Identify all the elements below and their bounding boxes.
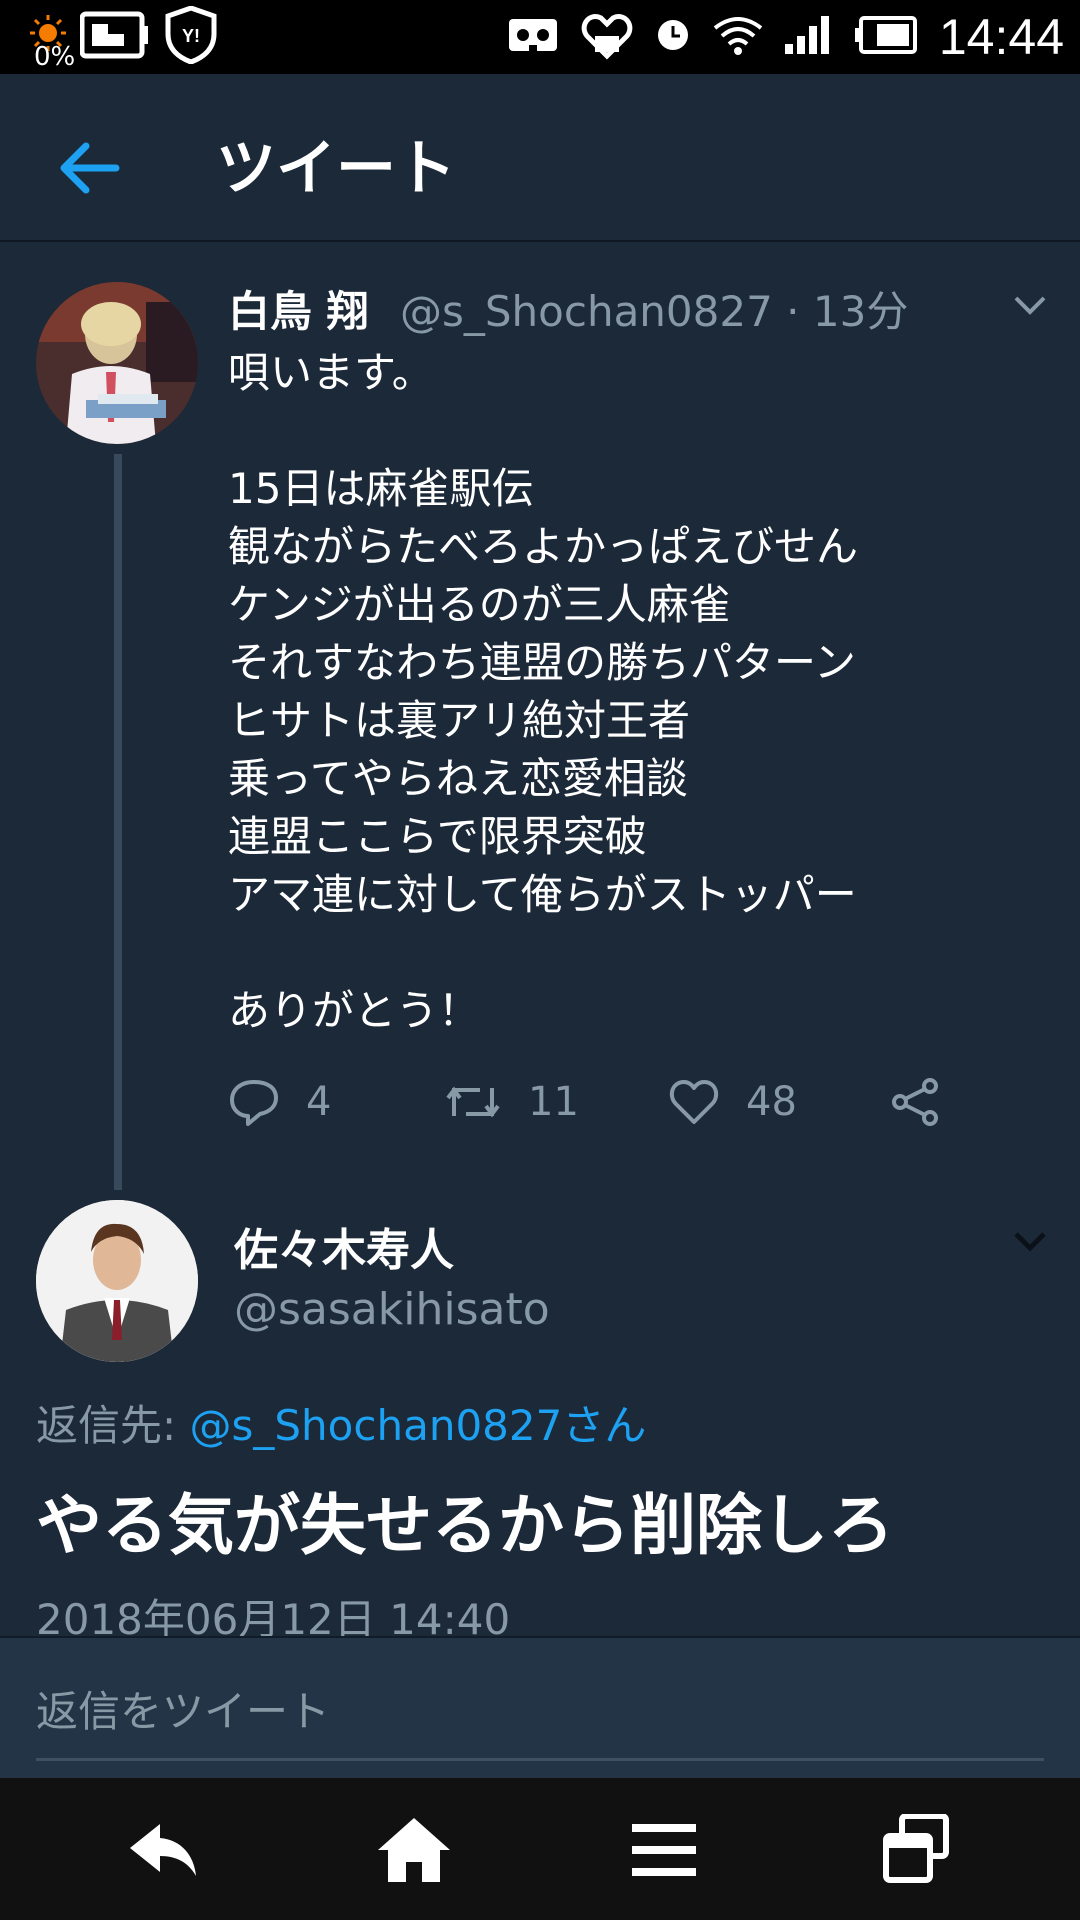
tweet-line: ヒサトは裏アリ絶対王者 bbox=[228, 696, 691, 745]
svg-text:Y!: Y! bbox=[182, 26, 200, 46]
thread-line bbox=[114, 454, 122, 1190]
tweet-meta-separator: · bbox=[786, 287, 800, 336]
tweet-line: 観ながらたべろよかっぱえびせん bbox=[228, 522, 859, 571]
avatar-photo-sasaki bbox=[36, 1200, 198, 1362]
chevron-down-icon[interactable] bbox=[1010, 290, 1050, 320]
battery-percent-label: 0% bbox=[34, 42, 76, 72]
back-arrow-icon[interactable] bbox=[58, 136, 122, 200]
yahoo-shield-icon: Y! bbox=[164, 5, 218, 68]
replying-to: 返信先: @s_Shochan0827さん bbox=[36, 1392, 646, 1453]
nav-home-icon[interactable] bbox=[374, 1814, 454, 1886]
reply-button[interactable]: 4 bbox=[228, 1070, 331, 1134]
tweet-author-name[interactable]: 白鳥 翔 bbox=[228, 278, 369, 339]
signal-icon bbox=[784, 14, 833, 60]
status-bar-right: 14:44 bbox=[507, 0, 1064, 74]
share-button[interactable] bbox=[890, 1070, 942, 1134]
retweet-count: 11 bbox=[528, 1079, 579, 1125]
tweet-line: 乗ってやらねえ恋愛相談 bbox=[228, 754, 688, 803]
tweet-age: 13分 bbox=[812, 287, 909, 336]
nav-menu-icon[interactable] bbox=[624, 1814, 704, 1886]
health-heart-icon bbox=[581, 10, 633, 64]
wifi-icon bbox=[713, 14, 763, 60]
alarm-icon bbox=[655, 17, 691, 57]
navigation-bar bbox=[0, 1778, 1080, 1920]
tweet-line: ケンジが出るのが三人麻雀 bbox=[228, 580, 731, 629]
tweet-line: 唄います。 bbox=[228, 348, 434, 397]
retweet-button[interactable]: 11 bbox=[444, 1070, 579, 1134]
reply-text: やる気が失せるから削除しろ bbox=[36, 1487, 894, 1564]
nav-back-icon[interactable] bbox=[124, 1814, 204, 1886]
status-bar: Y! 0% 14:44 bbox=[0, 0, 1080, 74]
tweet-author-handle[interactable]: @s_Shochan0827 bbox=[400, 287, 773, 336]
reply-input[interactable]: 返信をツイート bbox=[36, 1678, 330, 1739]
heart-icon bbox=[669, 1080, 719, 1124]
retweet-icon bbox=[446, 1086, 500, 1118]
nav-recent-apps-icon[interactable] bbox=[876, 1813, 956, 1886]
tweet-meta: @s_Shochan0827 · 13分 bbox=[400, 278, 908, 339]
replying-to-mention[interactable]: @s_Shochan0827さん bbox=[190, 1401, 647, 1450]
reply-author-handle[interactable]: @sasakihisato bbox=[234, 1284, 550, 1335]
tweet-line bbox=[228, 924, 1028, 982]
app-header: ツイート bbox=[0, 74, 1080, 242]
replying-to-label: 返信先: bbox=[36, 1401, 177, 1450]
tweet-line: それすなわち連盟の勝ちパターン bbox=[228, 638, 856, 687]
status-time: 14:44 bbox=[938, 9, 1064, 65]
compose-underline bbox=[36, 1758, 1044, 1761]
vr-icon bbox=[507, 15, 559, 59]
tweet-actions: 4 11 48 bbox=[228, 1070, 1008, 1134]
avatar[interactable] bbox=[36, 282, 198, 444]
smart-remote-icon bbox=[79, 10, 150, 64]
tweet-line: 15日は麻雀駅伝 bbox=[228, 464, 534, 513]
avatar-photo-shiratori bbox=[36, 282, 198, 444]
reply-icon bbox=[230, 1080, 278, 1126]
share-icon bbox=[892, 1078, 938, 1126]
tweet-line: アマ連に対して俺らがストッパー bbox=[228, 870, 857, 919]
page-title: ツイート bbox=[216, 134, 456, 204]
tweet-line bbox=[228, 402, 1028, 460]
compose-bar: 返信をツイート bbox=[0, 1636, 1080, 1780]
chevron-down-icon[interactable] bbox=[1010, 1226, 1050, 1256]
like-count: 48 bbox=[746, 1079, 797, 1125]
avatar[interactable] bbox=[36, 1200, 198, 1362]
tweet-line: ありがとう！ bbox=[228, 986, 481, 1035]
tweet-line: 連盟ここらで限界突破 bbox=[228, 812, 647, 861]
like-button[interactable]: 48 bbox=[668, 1070, 797, 1134]
tweet-text: 唄います。 15日は麻雀駅伝 観ながらたべろよかっぱえびせん ケンジが出るのが三… bbox=[228, 344, 1028, 1040]
reply-author-name[interactable]: 佐々木寿人 bbox=[234, 1214, 454, 1278]
battery-icon bbox=[854, 16, 917, 58]
reply-count: 4 bbox=[306, 1079, 332, 1125]
